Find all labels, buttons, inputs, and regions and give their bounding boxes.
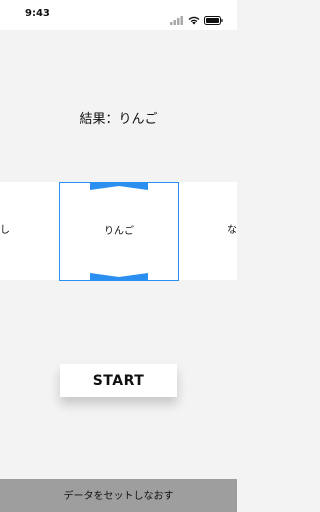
selection-marker-bottom-icon	[90, 273, 148, 280]
picker-item-right[interactable]: な	[227, 182, 237, 280]
picker-selected-frame[interactable]: りんご	[59, 182, 179, 281]
status-bar: 9:43	[0, 0, 237, 30]
picker-selected-item: りんご	[104, 226, 134, 237]
status-time: 9:43	[25, 8, 50, 19]
status-icons	[170, 10, 223, 29]
start-button[interactable]: START	[60, 364, 177, 397]
battery-icon	[204, 10, 223, 29]
result-text: 結果：りんご	[79, 112, 158, 127]
reset-data-bar[interactable]: データをセットしなおす	[0, 479, 237, 512]
picker-item-left[interactable]: し	[0, 182, 10, 280]
reset-data-label: データをセットしなおす	[63, 491, 174, 502]
signal-icon	[170, 10, 184, 29]
wifi-icon	[188, 10, 200, 29]
